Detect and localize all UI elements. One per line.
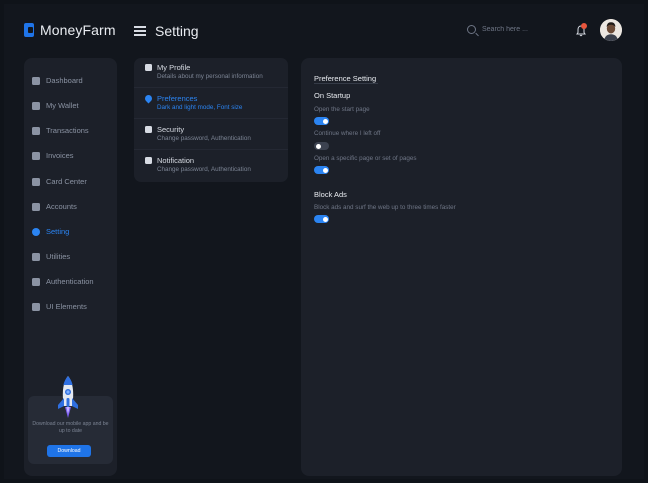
card-icon [32, 177, 40, 186]
toggle-block-ads[interactable] [314, 215, 329, 223]
sidebar-item-authentication[interactable]: Authentication [32, 277, 94, 286]
search-input[interactable] [482, 26, 552, 33]
toggle-open-start-page[interactable] [314, 117, 329, 125]
user-icon [145, 64, 152, 71]
option-label-open-specific-pages: Open a specific page or set of pages [314, 155, 417, 162]
settings-item-title: My Profile [157, 63, 191, 72]
sidebar: Dashboard My Wallet Transactions Invoice… [24, 58, 117, 476]
settings-item-title: Notification [157, 156, 195, 165]
sidebar-item-label: Authentication [46, 277, 94, 286]
lock-icon [145, 126, 152, 133]
panel-title: Preference Setting [314, 74, 377, 83]
settings-item-title: Preferences [157, 94, 198, 103]
brand-name: MoneyFarm [40, 22, 116, 38]
sidebar-item-label: Setting [46, 227, 70, 236]
elements-icon [32, 302, 40, 311]
sidebar-item-label: My Wallet [46, 101, 79, 110]
sidebar-item-label: Card Center [46, 177, 87, 186]
settings-item-subtitle: Change password, Authentication [157, 166, 251, 173]
settings-menu: My Profile Details about my personal inf… [134, 58, 288, 182]
section-title-on-startup: On Startup [314, 91, 351, 100]
wallet-logo-icon [24, 23, 34, 37]
user-icon [32, 202, 40, 211]
sidebar-item-invoices[interactable]: Invoices [32, 151, 74, 160]
toggle-continue-where-left[interactable] [314, 142, 329, 150]
sidebar-item-label: Accounts [46, 202, 77, 211]
sidebar-item-ui-elements[interactable]: UI Elements [32, 302, 87, 311]
toggle-open-specific-pages[interactable] [314, 166, 329, 174]
sidebar-item-label: Dashboard [46, 76, 83, 85]
sidebar-item-accounts[interactable]: Accounts [32, 202, 77, 211]
utilities-icon [32, 252, 40, 261]
search-icon [467, 25, 476, 34]
preference-panel: Preference Setting On Startup Open the s… [301, 58, 622, 476]
sidebar-item-my-wallet[interactable]: My Wallet [32, 101, 79, 110]
option-label-block-ads: Block ads and surf the web up to three t… [314, 204, 456, 211]
settings-item-notification[interactable]: Notification Change password, Authentica… [134, 151, 288, 181]
sidebar-item-label: Invoices [46, 151, 74, 160]
wallet-icon [32, 101, 40, 110]
promo-text: Download our mobile app and be up to dat… [32, 421, 109, 434]
sidebar-item-card-center[interactable]: Card Center [32, 177, 87, 186]
bell-icon [145, 157, 152, 164]
sidebar-item-label: Transactions [46, 126, 89, 135]
sidebar-item-dashboard[interactable]: Dashboard [32, 76, 83, 85]
heart-icon [143, 93, 154, 104]
gear-icon [32, 227, 40, 236]
option-label-open-start-page: Open the start page [314, 106, 370, 113]
settings-item-subtitle: Change password, Authentication [157, 135, 251, 142]
user-avatar[interactable] [600, 19, 622, 41]
sidebar-item-transactions[interactable]: Transactions [32, 126, 89, 135]
settings-item-preferences[interactable]: Preferences Dark and light mode, Font si… [134, 89, 288, 119]
transactions-icon [32, 126, 40, 135]
settings-item-subtitle: Details about my personal information [157, 73, 263, 80]
settings-item-my-profile[interactable]: My Profile Details about my personal inf… [134, 58, 288, 88]
divider [314, 83, 378, 84]
notification-badge [581, 23, 587, 29]
section-title-block-ads: Block Ads [314, 190, 347, 199]
sidebar-item-utilities[interactable]: Utilities [32, 252, 70, 261]
settings-item-subtitle: Dark and light mode, Font size [157, 104, 243, 111]
menu-toggle-icon[interactable] [134, 26, 146, 36]
option-label-continue-where-left: Continue where I left off [314, 130, 381, 137]
rocket-illustration [58, 376, 78, 418]
sidebar-item-setting[interactable]: Setting [32, 227, 69, 236]
lock-icon [32, 277, 40, 286]
invoice-icon [32, 151, 40, 160]
download-button[interactable]: Download [47, 445, 91, 457]
settings-item-security[interactable]: Security Change password, Authentication [134, 120, 288, 150]
page-title: Setting [155, 23, 199, 39]
settings-item-title: Security [157, 125, 185, 134]
search-bar[interactable] [467, 25, 552, 34]
brand-logo[interactable]: MoneyFarm [24, 22, 116, 38]
sidebar-item-label: UI Elements [46, 302, 87, 311]
dashboard-icon [32, 76, 40, 85]
sidebar-item-label: Utilities [46, 252, 71, 261]
